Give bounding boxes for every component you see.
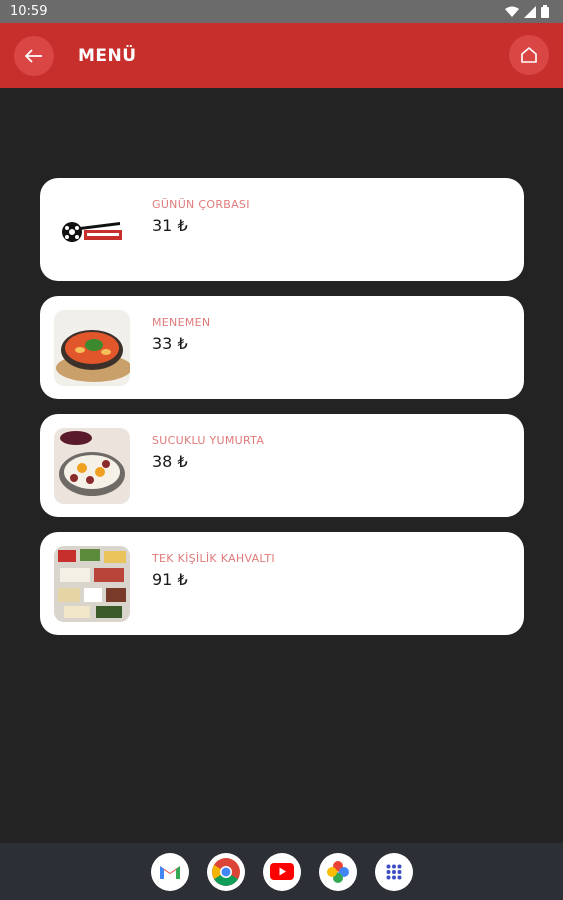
item-name: MENEMEN — [152, 316, 211, 329]
gmail-icon[interactable] — [150, 852, 189, 891]
photos-icon[interactable] — [318, 852, 357, 891]
app-bar: MENÜ — [0, 23, 563, 88]
signal-icon — [524, 5, 536, 18]
youtube-icon[interactable] — [262, 852, 301, 891]
page-title: MENÜ — [78, 45, 137, 66]
home-icon — [521, 46, 537, 63]
menu-list: GÜNÜN ÇORBASI 31 ₺ MENEMEN 33 ₺ SUCUKLU … — [40, 178, 524, 650]
item-price: 91 ₺ — [152, 570, 188, 589]
menemen-pan-image — [54, 310, 130, 386]
status-time: 10:59 — [10, 4, 48, 19]
status-icons — [505, 5, 549, 18]
app-drawer-icon[interactable] — [374, 852, 413, 891]
menu-item[interactable]: SUCUKLU YUMURTA 38 ₺ — [40, 414, 524, 517]
home-button[interactable] — [509, 35, 549, 75]
menu-item[interactable]: GÜNÜN ÇORBASI 31 ₺ — [40, 178, 524, 281]
menu-item[interactable]: TEK KİŞİLİK KAHVALTI 91 ₺ — [40, 532, 524, 635]
sucuklu-yumurta-pan-image — [54, 428, 130, 504]
arrow-left-icon — [25, 48, 42, 63]
wifi-icon — [505, 6, 519, 17]
battery-icon — [541, 5, 549, 18]
breakfast-platter-image — [54, 546, 130, 622]
item-name: SUCUKLU YUMURTA — [152, 434, 265, 447]
sunset-logo-image — [54, 192, 130, 268]
item-price: 38 ₺ — [152, 452, 188, 471]
app-dock — [0, 843, 563, 900]
item-name: TEK KİŞİLİK KAHVALTI — [152, 552, 275, 565]
menu-item[interactable]: MENEMEN 33 ₺ — [40, 296, 524, 399]
item-price: 31 ₺ — [152, 216, 188, 235]
back-button[interactable] — [14, 35, 54, 76]
item-price: 33 ₺ — [152, 334, 188, 353]
chrome-icon[interactable] — [206, 852, 245, 891]
status-bar: 10:59 — [0, 0, 563, 23]
item-name: GÜNÜN ÇORBASI — [152, 198, 250, 211]
